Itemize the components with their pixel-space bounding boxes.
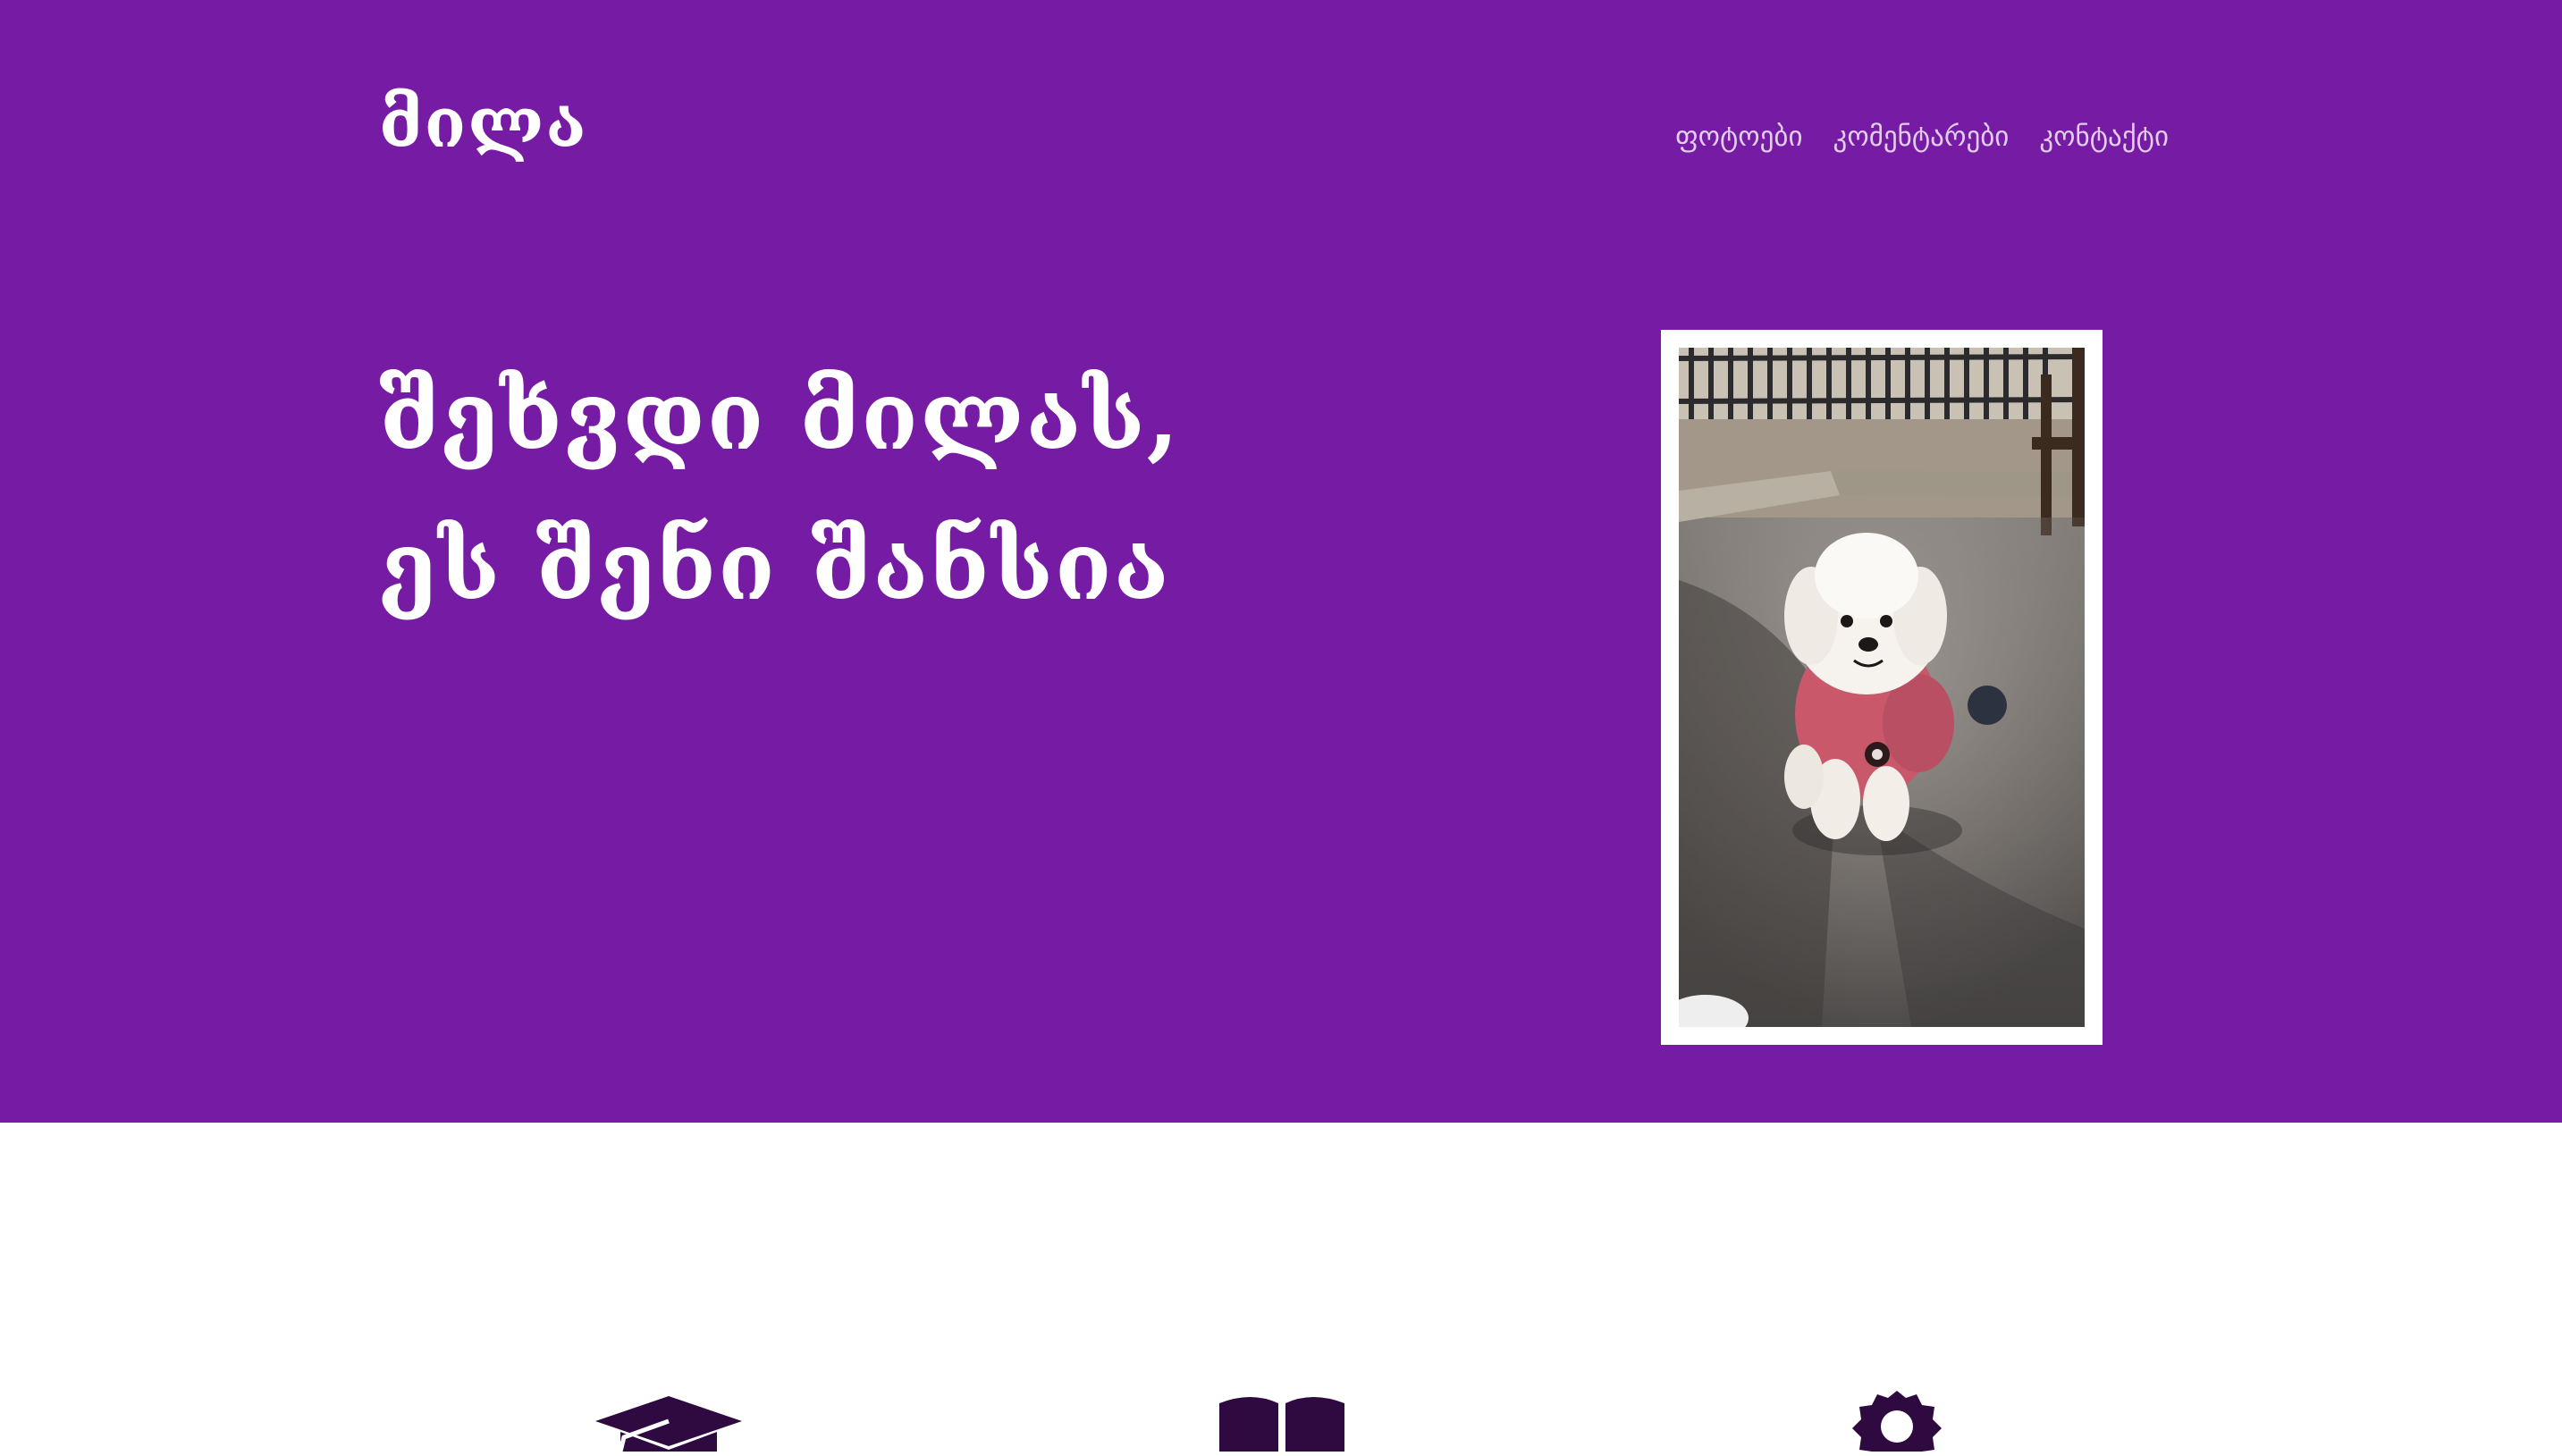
main-nav: ფოტოები კომენტარები კონტაქტი bbox=[1675, 123, 2169, 151]
award-badge-icon bbox=[1852, 1391, 1942, 1456]
hero-title: შეხვდი მილას, ეს შენი შანსია bbox=[379, 341, 1541, 642]
site-logo[interactable]: მილა bbox=[379, 89, 588, 157]
dog-photo bbox=[1679, 348, 2085, 1027]
nav-item-contact[interactable]: კონტაქტი bbox=[2039, 123, 2169, 151]
hero-title-line-2: ეს შენი შანსია bbox=[379, 511, 1171, 621]
nav-item-photos[interactable]: ფოტოები bbox=[1675, 123, 1802, 151]
nav-item-comments[interactable]: კომენტარები bbox=[1833, 123, 2010, 151]
graduation-cap-icon bbox=[594, 1391, 744, 1456]
hero-title-line-1: შეხვდი მილას, bbox=[379, 361, 1181, 471]
open-book-icon bbox=[1216, 1391, 1348, 1456]
dog-photo-frame bbox=[1661, 330, 2103, 1045]
features-section bbox=[0, 1123, 2562, 1452]
hero-section: მილა ფოტოები კომენტარები კონტაქტი შეხვდი… bbox=[0, 0, 2562, 1123]
